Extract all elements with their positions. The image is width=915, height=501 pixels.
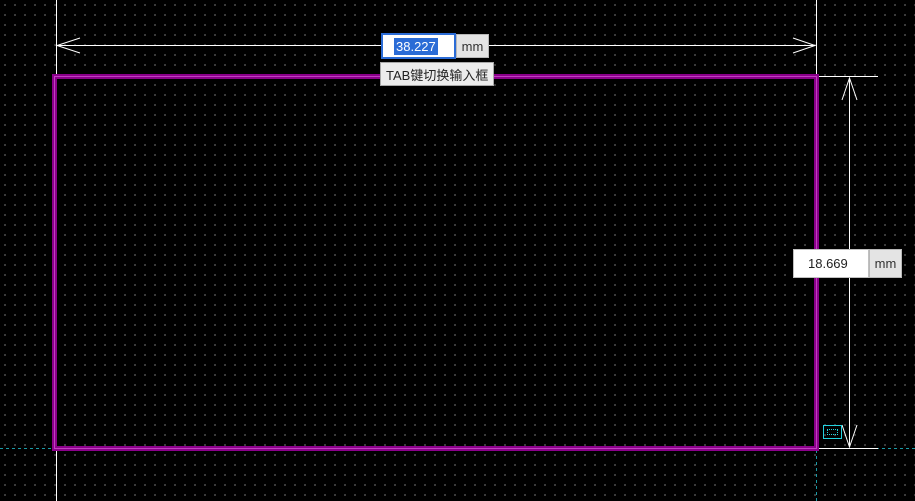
- width-unit-label: mm: [456, 34, 489, 58]
- width-value: 38.227: [394, 37, 438, 55]
- board-outline-inner-highlight: [54, 76, 817, 449]
- tab-hint-tooltip: TAB键切换输入框: [380, 62, 495, 86]
- height-value: 18.669: [808, 256, 848, 271]
- height-unit-label: mm: [869, 249, 902, 278]
- height-input[interactable]: 18.669: [793, 249, 869, 278]
- rectangle-snap-icon: [823, 425, 842, 439]
- board-outline[interactable]: [52, 74, 819, 451]
- width-input[interactable]: 38.227: [381, 33, 456, 59]
